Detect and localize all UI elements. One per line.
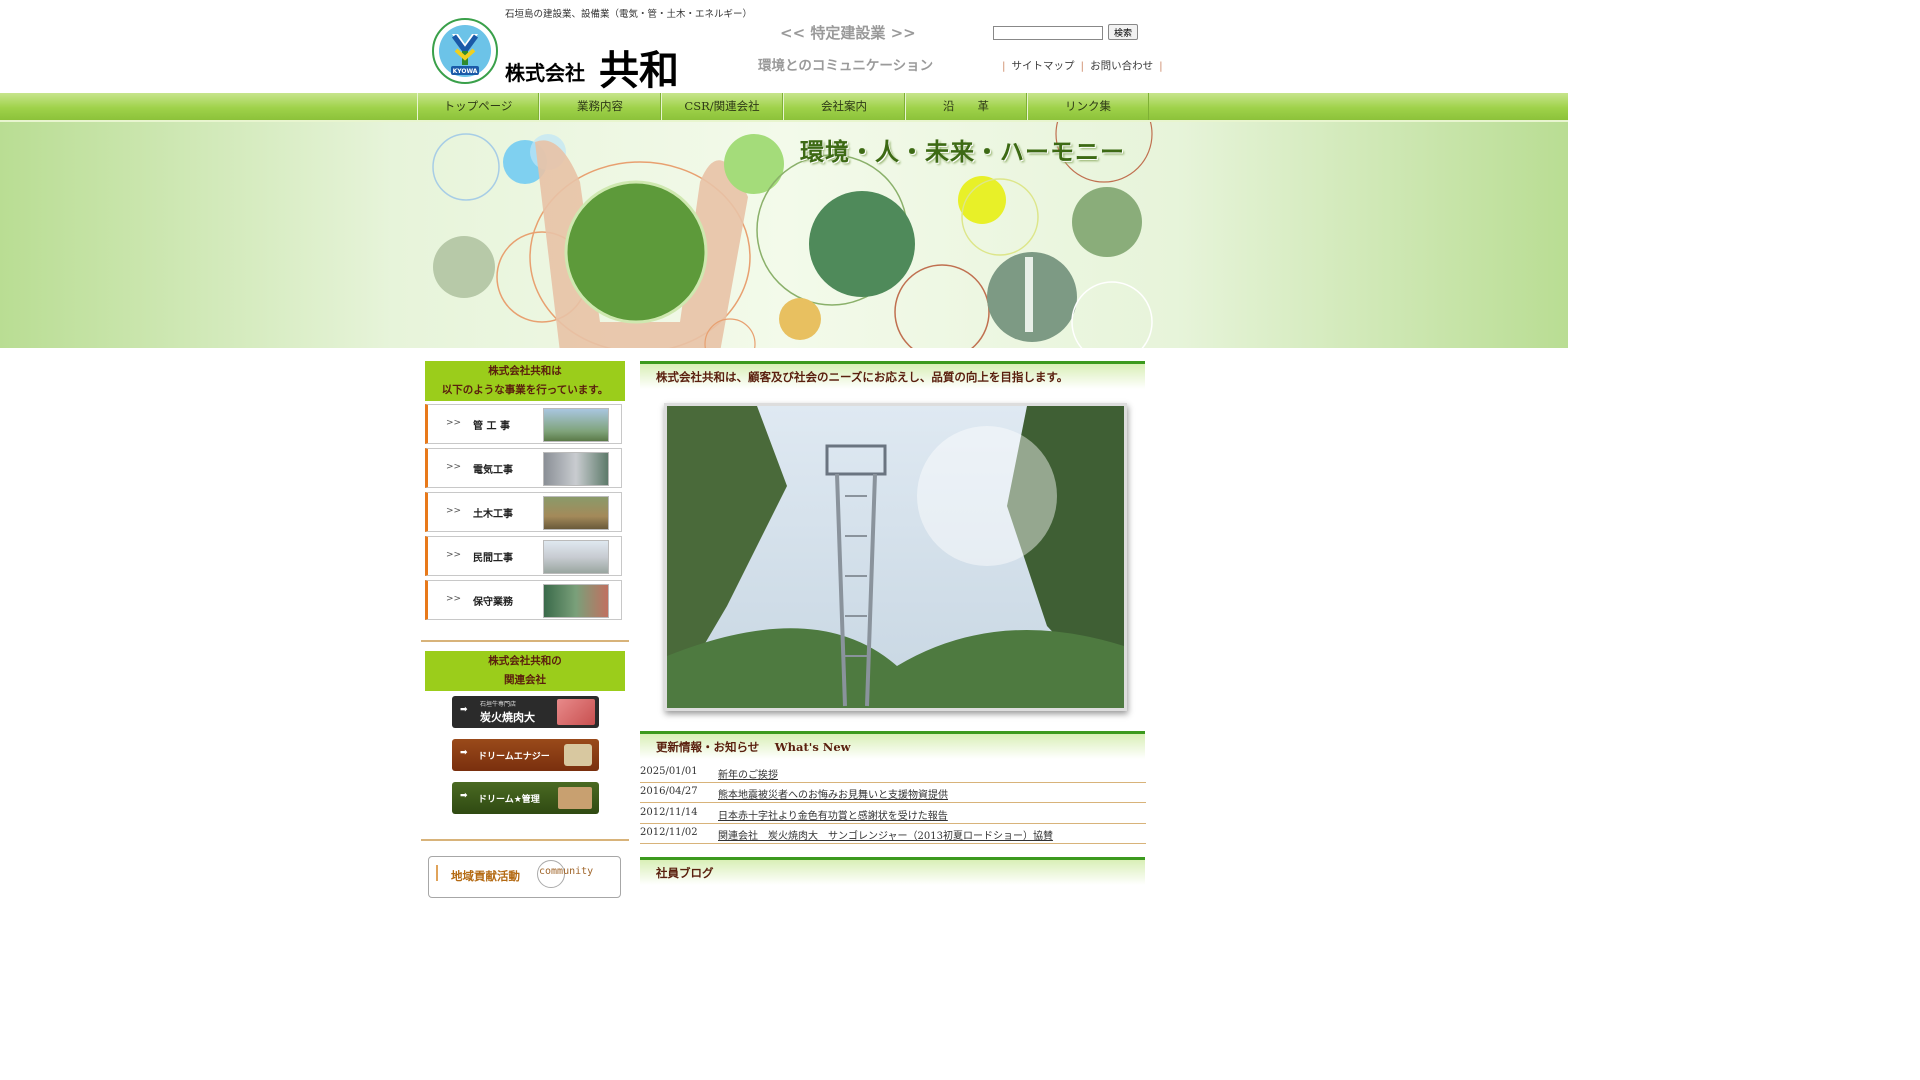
service-arrow: >> <box>446 594 462 604</box>
service-thumbnail <box>543 408 609 442</box>
service-maintenance[interactable]: >> 保守業務 <box>425 580 622 620</box>
news-row: 2012/11/02 関連会社 炭火焼肉大 サンゴレンジャー（2013初夏ロード… <box>640 823 1146 844</box>
nav-item-history[interactable]: 沿 革 <box>905 93 1027 120</box>
hero-illustration <box>432 122 1153 348</box>
nav-item-business[interactable]: 業務内容 <box>539 93 661 120</box>
business-heading: 株式会社共和は 以下のような事業を行っています。 <box>425 361 625 401</box>
news-heading-text: 更新情報・お知らせ What's New <box>656 740 851 754</box>
company-name: 共和 <box>599 48 679 94</box>
sidebar-divider <box>421 640 629 642</box>
news-date: 2025/01/01 <box>640 766 698 777</box>
lead-text: 株式会社共和は、顧客及び社会のニーズにお応えし、品質の向上を目指します。 <box>656 370 1069 384</box>
service-arrow: >> <box>446 418 462 428</box>
related-heading: 株式会社共和の 関連会社 <box>425 651 625 691</box>
nav-item-csr[interactable]: CSR/関連会社 <box>661 93 783 120</box>
blog-heading-text: 社員ブログ <box>656 866 714 880</box>
business-heading-line1: 株式会社共和は <box>488 365 562 377</box>
news-date: 2012/11/02 <box>640 827 698 838</box>
search-button[interactable]: 検索 <box>1108 24 1138 40</box>
service-thumbnail <box>543 540 609 574</box>
service-label: 電気工事 <box>473 465 513 476</box>
related-label: ドリーム★管理 <box>478 795 540 805</box>
news-date: 2012/11/14 <box>640 807 698 818</box>
news-link[interactable]: 関連会社 炭火焼肉大 サンゴレンジャー（2013初夏ロードショー）協賛 <box>718 827 1053 842</box>
lead-heading: 株式会社共和は、顧客及び社会のニーズにお応えし、品質の向上を目指します。 <box>640 361 1145 389</box>
house-icon <box>558 787 592 809</box>
related-dream-energy-banner[interactable]: ➡ ドリームエナジー <box>452 739 599 771</box>
nav-item-top[interactable]: トップページ <box>417 93 539 120</box>
news-link[interactable]: 日本赤十字社より金色有功賞と感謝状を受けた報告 <box>718 807 948 822</box>
news-row: 2016/04/27 熊本地震被災者へのお悔みお見舞いと支援物資提供 <box>640 782 1146 803</box>
header-tagline: 石垣島の建設業、設備業（電気・管・土木・エネルギー） <box>505 9 753 20</box>
hero-banner: 環境・人・未来・ハーモニー <box>0 122 1568 348</box>
service-arrow: >> <box>446 462 462 472</box>
search-input[interactable] <box>993 26 1103 40</box>
service-label: 管 工 事 <box>473 421 510 432</box>
sidebar-divider <box>421 839 629 841</box>
main-photo-tower <box>664 403 1127 711</box>
news-date: 2016/04/27 <box>640 786 698 797</box>
related-dream-kanri-banner[interactable]: ➡ ドリーム★管理 <box>452 782 599 814</box>
logo-brand-text: KYOWA <box>453 68 478 75</box>
service-arrow: >> <box>446 550 462 560</box>
community-activity-banner[interactable]: 地域貢献活動 community <box>428 856 621 898</box>
news-row: 2025/01/01 新年のご挨拶 <box>640 762 1146 783</box>
related-label: ドリームエナジー <box>478 752 550 762</box>
building-icon <box>564 744 592 766</box>
kyowa-logo-emblem[interactable]: KYOWA <box>432 18 498 84</box>
service-thumbnail <box>543 584 609 618</box>
service-label: 保守業務 <box>473 597 513 608</box>
news-row: 2012/11/14 日本赤十字社より金色有功賞と感謝状を受けた報告 <box>640 803 1146 824</box>
community-label: 地域貢献活動 <box>451 869 520 883</box>
meat-image <box>557 699 595 725</box>
service-electrical-work[interactable]: >> 電気工事 <box>425 448 622 488</box>
related-small-text: 石垣牛専門店 <box>480 701 517 708</box>
accent-bar <box>436 865 438 881</box>
related-heading-line1: 株式会社共和の <box>488 655 562 667</box>
service-arrow: >> <box>446 506 462 516</box>
nav-item-company[interactable]: 会社案内 <box>783 93 905 120</box>
arrow-right-icon: ➡ <box>460 748 468 758</box>
service-label: 民間工事 <box>473 553 513 564</box>
hero-title: 環境・人・未来・ハーモニー <box>800 137 1125 166</box>
nav-item-links[interactable]: リンク集 <box>1027 93 1149 120</box>
related-label: 炭火焼肉大 <box>480 711 535 724</box>
communication-slogan: 環境とのコミュニケーション <box>758 58 934 74</box>
blog-heading: 社員ブログ <box>640 857 1145 885</box>
arrow-right-icon: ➡ <box>460 791 468 801</box>
company-logo-text[interactable]: 株式会社 共和 <box>505 34 679 94</box>
service-pipe-work[interactable]: >> 管 工 事 <box>425 404 622 444</box>
service-private-work[interactable]: >> 民間工事 <box>425 536 622 576</box>
service-thumbnail <box>543 496 609 530</box>
news-link[interactable]: 熊本地震被災者へのお悔みお見舞いと支援物資提供 <box>718 786 948 801</box>
related-heading-line2: 関連会社 <box>504 674 546 686</box>
global-nav: トップページ 業務内容 CSR/関連会社 会社案内 沿 革 リンク集 <box>417 93 1149 120</box>
sitemap-link[interactable]: サイトマップ <box>1012 60 1075 72</box>
news-link[interactable]: 新年のご挨拶 <box>718 766 778 781</box>
related-yakiniku-dai-banner[interactable]: ➡ 石垣牛専門店 炭火焼肉大 <box>452 696 599 728</box>
news-heading: 更新情報・お知らせ What's New <box>640 731 1145 759</box>
community-en-label: community <box>539 866 594 877</box>
contact-link[interactable]: お問い合わせ <box>1090 60 1153 72</box>
arrow-right-icon: ➡ <box>460 705 468 715</box>
tokutei-kensetsu-label: << 特定建設業 >> <box>780 24 916 42</box>
business-heading-line2: 以下のような事業を行っています。 <box>441 384 609 396</box>
header-links: | サイトマップ | お問い合わせ | <box>1002 60 1163 72</box>
service-thumbnail <box>543 452 609 486</box>
service-label: 土木工事 <box>473 509 513 520</box>
service-civil-work[interactable]: >> 土木工事 <box>425 492 622 532</box>
company-prefix: 株式会社 <box>505 61 585 85</box>
